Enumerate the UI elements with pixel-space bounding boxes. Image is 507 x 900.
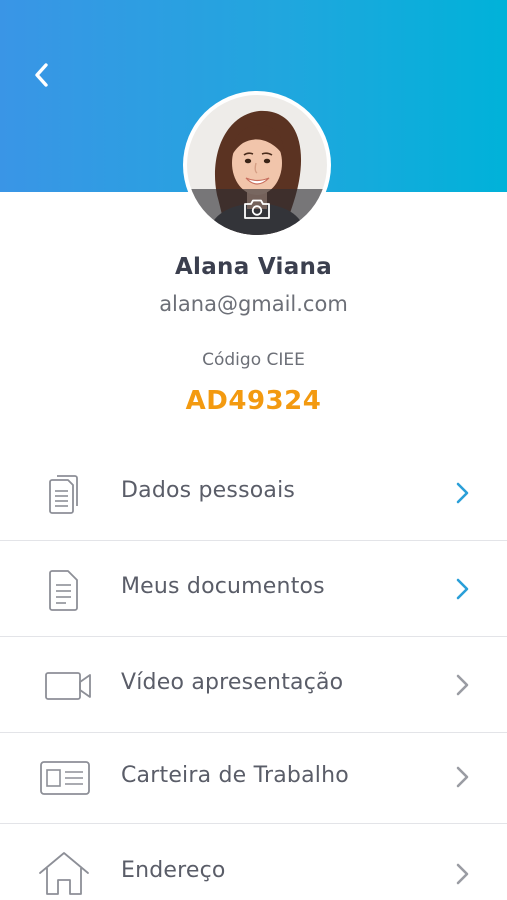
menu-item-label: Vídeo apresentação bbox=[121, 670, 344, 695]
id-card-icon bbox=[40, 761, 90, 795]
user-email: alana@gmail.com bbox=[159, 292, 348, 316]
change-photo-button[interactable] bbox=[187, 189, 327, 235]
chevron-right-icon bbox=[456, 674, 469, 696]
menu-item-label: Dados pessoais bbox=[121, 478, 296, 503]
menu-item-carteira-de-trabalho[interactable]: Carteira de Trabalho bbox=[0, 733, 507, 824]
menu-item-video-apresentacao[interactable]: Vídeo apresentação bbox=[0, 637, 507, 733]
menu-item-label: Meus documentos bbox=[121, 574, 325, 599]
menu-item-meus-documentos[interactable]: Meus documentos bbox=[0, 541, 507, 637]
code-label: Código CIEE bbox=[202, 350, 305, 370]
menu-item-dados-pessoais[interactable]: Dados pessoais bbox=[0, 445, 507, 541]
chevron-right-icon bbox=[456, 578, 469, 600]
menu-item-endereco[interactable]: Endereço bbox=[0, 824, 507, 900]
back-button[interactable] bbox=[26, 58, 58, 92]
menu-item-label: Carteira de Trabalho bbox=[121, 763, 349, 788]
documents-stack-icon bbox=[49, 475, 78, 514]
camera-icon bbox=[244, 199, 270, 219]
avatar[interactable] bbox=[183, 91, 331, 239]
home-icon bbox=[39, 852, 89, 895]
code-value: AD49324 bbox=[185, 386, 322, 416]
document-icon bbox=[49, 570, 78, 611]
chevron-right-icon bbox=[456, 482, 469, 504]
chevron-right-icon bbox=[456, 766, 469, 788]
chevron-left-icon bbox=[35, 63, 48, 87]
user-name: Alana Viana bbox=[174, 254, 333, 280]
video-camera-icon bbox=[45, 672, 91, 700]
menu-item-label: Endereço bbox=[121, 858, 226, 883]
chevron-right-icon bbox=[456, 863, 469, 885]
